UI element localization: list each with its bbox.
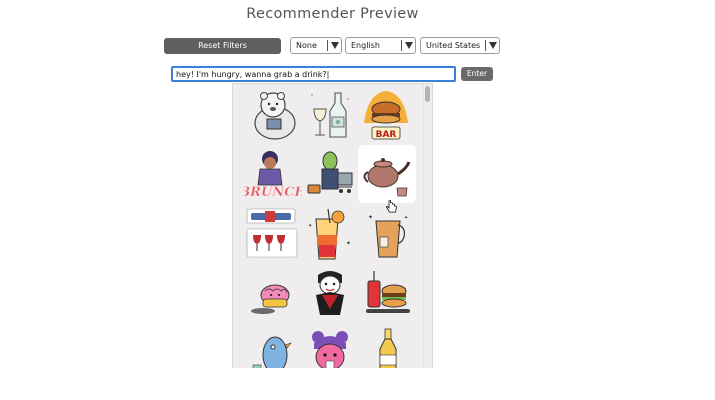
svg-text:✦: ✦ <box>368 214 373 221</box>
teapot-sticker <box>363 158 411 197</box>
svg-text:✦: ✦ <box>346 240 351 247</box>
hand-cursor-icon <box>386 200 397 213</box>
svg-text:✦: ✦ <box>404 215 408 221</box>
wine-bottle-glass-sticker <box>311 92 349 138</box>
pink-girl-sticker <box>312 331 348 368</box>
burger-fries-soda-sticker <box>366 271 410 313</box>
sticker-item[interactable] <box>244 324 302 368</box>
sticker-item-hovered[interactable] <box>358 145 416 203</box>
sticker-item[interactable]: BAR <box>357 86 415 144</box>
sticker-item[interactable] <box>359 324 417 368</box>
dropdown-arrow-icon <box>402 42 415 49</box>
dropdown-value: None <box>296 41 317 50</box>
iced-coffee-sticker: ✦ ✦ <box>368 214 408 258</box>
region-dropdown[interactable]: United States <box>420 37 500 54</box>
sticker-results-panel[interactable]: BAR BRUNCH <box>232 83 433 368</box>
reset-filters-button[interactable]: Reset Filters <box>164 38 281 54</box>
content-filter-dropdown[interactable]: None <box>290 37 342 54</box>
sticker-item[interactable] <box>246 86 304 144</box>
sticker-item[interactable]: ✦ ✦ <box>301 206 359 264</box>
wine-bottle-glasses-sticker <box>246 208 298 258</box>
bird-soda-sticker <box>252 336 292 368</box>
sticker-item[interactable]: BRUNCH <box>244 146 302 204</box>
sticker-item[interactable] <box>301 324 359 368</box>
sticker-item[interactable]: ✦ ✦ <box>359 206 417 264</box>
search-input[interactable] <box>171 66 456 82</box>
sticker-item[interactable] <box>244 264 302 322</box>
page-title: Recommender Preview <box>246 6 419 22</box>
green-character-cart-sticker <box>307 151 353 194</box>
sticker-item[interactable] <box>244 206 302 264</box>
brunch-sticker: BRUNCH <box>244 151 302 200</box>
sticker-item[interactable] <box>301 86 359 144</box>
sticker-item[interactable] <box>303 146 361 204</box>
sticker-text: BAR <box>376 130 397 140</box>
sticker-item[interactable] <box>301 264 359 322</box>
beer-bottle-sticker <box>379 328 397 368</box>
scrollbar-thumb[interactable] <box>425 86 430 102</box>
orange-cocktail-sticker: ✦ ✦ <box>308 208 351 260</box>
polar-bear-reading-sticker <box>254 92 296 140</box>
language-dropdown[interactable]: English <box>345 37 416 54</box>
dropdown-value: United States <box>426 41 481 50</box>
dropdown-arrow-icon <box>328 42 341 49</box>
scrollbar[interactable] <box>423 84 432 368</box>
sticker-item[interactable] <box>359 264 417 322</box>
dropdown-value: English <box>351 41 380 50</box>
burger-bar-sticker: BAR <box>364 91 408 140</box>
dropdown-arrow-icon <box>486 42 499 49</box>
svg-text:✦: ✦ <box>308 223 312 229</box>
pink-brain-sticker <box>251 284 290 314</box>
enter-button[interactable]: Enter <box>461 67 493 81</box>
sticker-text: BRUNCH <box>244 185 302 200</box>
vampire-sticker <box>316 271 344 315</box>
